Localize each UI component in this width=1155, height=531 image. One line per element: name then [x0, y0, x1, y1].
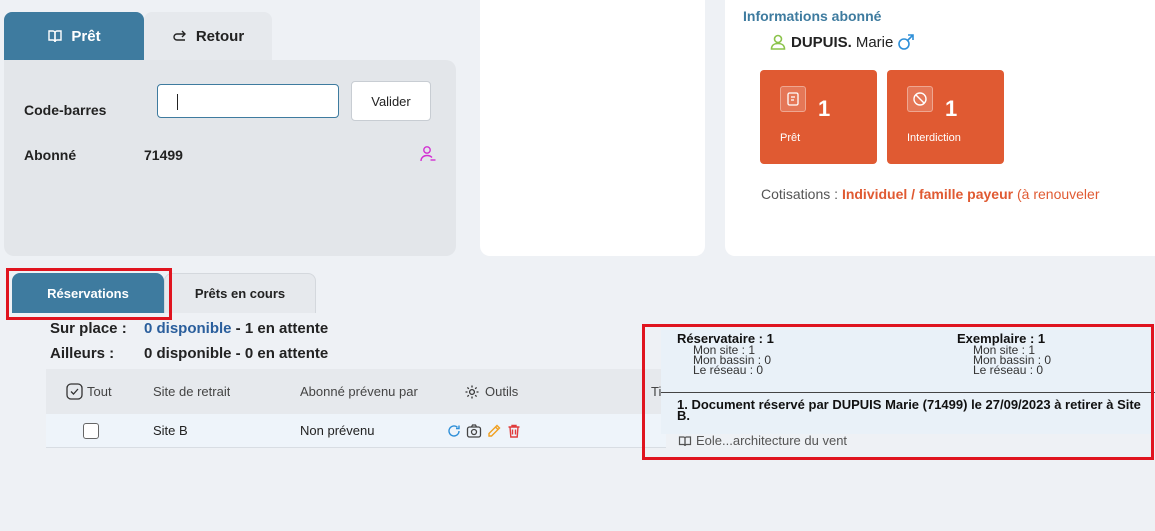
barcode-input[interactable]: [157, 84, 339, 118]
validate-button[interactable]: Valider: [351, 81, 431, 121]
loan-return-tabs: Prêt Retour: [4, 12, 272, 60]
row-site: Site B: [153, 423, 188, 438]
tab-retour-label: Retour: [195, 27, 245, 45]
subscriber-lastname: DUPUIS.: [791, 33, 852, 51]
select-all-header[interactable]: Tout: [66, 369, 112, 414]
tooltip-reservataire: Réservataire : 1 Mon site : 1 Mon bassin…: [677, 332, 774, 377]
sur-place-label: Sur place :: [50, 320, 127, 337]
subscription-info: Cotisations : Individuel / famille payeu…: [761, 186, 1100, 202]
row-checkbox[interactable]: [83, 422, 99, 439]
tab-pret-label: Prêt: [71, 27, 101, 45]
reservations-table-header: Tout Site de retrait Abonné prévenu par …: [46, 369, 666, 414]
trash-icon[interactable]: [506, 423, 522, 439]
subscription-note: (à renouveler: [1017, 186, 1100, 202]
ailleurs-value: 0 disponible - 0 en attente: [144, 345, 329, 362]
ban-count: 1: [945, 96, 958, 121]
subscriber-firstname: Marie: [855, 33, 894, 51]
abonne-label: Abonné: [24, 147, 77, 163]
tooltip-exemplaire: Exemplaire : 1 Mon site : 1 Mon bassin :…: [957, 332, 1051, 377]
reservation-tooltip: Réservataire : 1 Mon site : 1 Mon bassin…: [661, 330, 1155, 434]
text-cursor: [177, 94, 178, 110]
tooltip-reservataire-reseau: Le réseau : 0: [693, 363, 764, 377]
camera-icon[interactable]: [466, 423, 482, 439]
tooltip-exemplaire-reseau: Le réseau : 0: [973, 363, 1044, 377]
prohibited-icon: [907, 86, 933, 112]
col-prevenu-header[interactable]: Abonné prévenu par: [300, 369, 432, 414]
row-checkbox-cell: [83, 414, 99, 447]
ban-count-label: Interdiction: [907, 132, 961, 144]
loan-panel: Code-barres Valider Abonné 71499: [4, 60, 456, 256]
row-tools: [446, 414, 522, 447]
loan-count-card[interactable]: 1 Prêt: [760, 70, 877, 164]
tab-retour[interactable]: Retour: [144, 12, 272, 60]
gear-icon: [465, 385, 479, 398]
tooltip-divider: [661, 392, 1155, 393]
barcode-label: Code-barres: [24, 102, 107, 118]
tooltip-message: 1. Document réservé par DUPUIS Marie (71…: [677, 397, 1141, 423]
abonne-number: 71499: [144, 147, 183, 163]
pencil-icon[interactable]: [486, 423, 502, 439]
summary-sur-place: Sur place : 0 disponible - 1 en attente: [50, 320, 328, 337]
col-title-header[interactable]: Ti: [651, 369, 661, 414]
subscriber-title: Informations abonné: [743, 8, 882, 24]
subscriber-panel: Informations abonné DUPUIS. Marie 1 Prêt…: [725, 0, 1155, 256]
refresh-icon[interactable]: [446, 423, 462, 439]
user-icon: [770, 34, 786, 50]
user-remove-icon[interactable]: [419, 145, 437, 163]
table-row[interactable]: Site B Non prévenu: [46, 414, 666, 448]
book-icon: [678, 435, 692, 446]
tab-prets-en-cours[interactable]: Prêts en cours: [164, 273, 316, 313]
row-prevenu: Non prévenu: [300, 423, 375, 438]
row-title-text: Eole...architecture du vent: [696, 433, 848, 448]
subscription-label: Cotisations :: [761, 186, 839, 202]
book-open-icon: [48, 30, 63, 43]
loan-count: 1: [818, 96, 831, 121]
tab-pret[interactable]: Prêt: [4, 12, 144, 60]
male-gender-icon: [898, 34, 915, 50]
col-tools-label: Outils: [485, 384, 519, 399]
subscriber-name[interactable]: DUPUIS. Marie: [769, 33, 915, 51]
middle-panel: [480, 0, 705, 256]
select-all-label: Tout: [87, 384, 112, 399]
ailleurs-label: Ailleurs :: [50, 345, 115, 362]
col-tools-header: Outils: [464, 369, 518, 414]
return-arrow-icon: [173, 30, 186, 41]
tab-reservations[interactable]: Réservations: [12, 273, 164, 313]
col-site-header[interactable]: Site de retrait: [153, 369, 230, 414]
ban-count-card[interactable]: 1 Interdiction: [887, 70, 1004, 164]
loan-doc-icon: [780, 86, 806, 112]
sur-place-available[interactable]: 0 disponible: [144, 320, 232, 337]
subscription-type[interactable]: Individuel / famille payeur: [842, 186, 1013, 202]
sur-place-waiting: - 1 en attente: [231, 320, 329, 337]
row-title[interactable]: Eole...architecture du vent: [678, 433, 847, 448]
check-circle-icon: [66, 383, 83, 400]
loan-count-label: Prêt: [780, 132, 801, 144]
summary-ailleurs: Ailleurs : 0 disponible - 0 en attente: [50, 345, 328, 362]
